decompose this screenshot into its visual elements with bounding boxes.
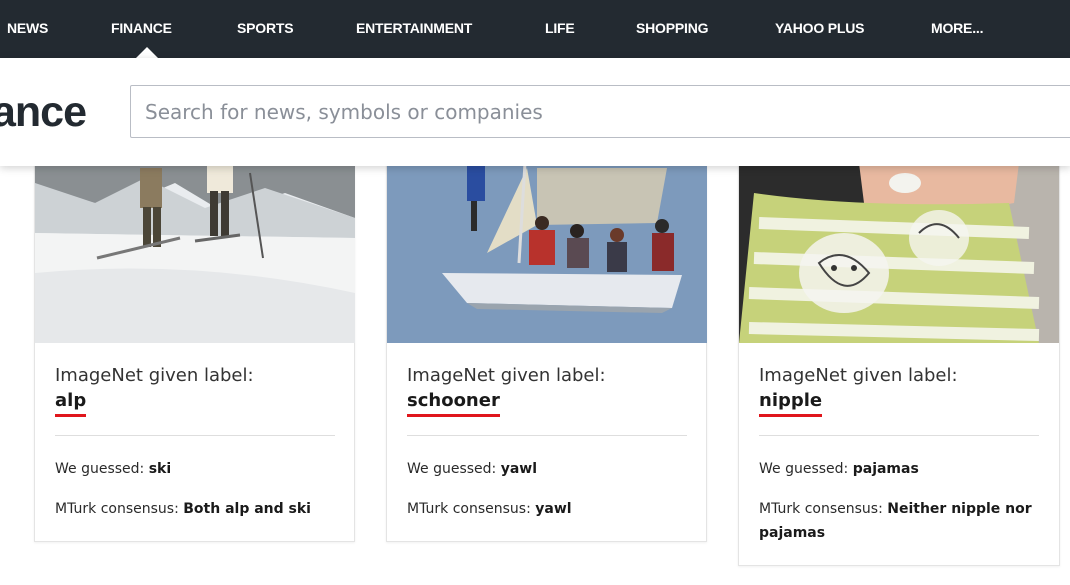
- divider: [55, 435, 335, 436]
- divider: [759, 435, 1039, 436]
- divider: [407, 435, 687, 436]
- nav-finance[interactable]: FINANCE: [111, 20, 172, 36]
- given-label: nipple: [759, 389, 823, 417]
- active-tab-caret-icon: [136, 47, 158, 58]
- finance-logo[interactable]: ance: [0, 88, 87, 137]
- nav-yahoo-plus[interactable]: YAHOO PLUS: [775, 20, 864, 36]
- consensus-row: MTurk consensus: Neither nipple nor paja…: [759, 497, 1039, 545]
- search-input[interactable]: [145, 98, 1045, 126]
- top-nav: NEWS FINANCE SPORTS ENTERTAINMENT LIFE S…: [0, 0, 1070, 58]
- nav-sports[interactable]: SPORTS: [237, 20, 294, 36]
- result-card: ImageNet given label: alp We guessed: sk…: [34, 162, 355, 542]
- consensus-row: MTurk consensus: Both alp and ski: [55, 497, 311, 521]
- consensus-prefix: MTurk consensus:: [759, 501, 888, 517]
- guess-prefix: We guessed:: [55, 461, 149, 477]
- consensus-value: yawl: [535, 501, 572, 517]
- consensus-value: Both alp and ski: [183, 501, 311, 517]
- given-label-heading: ImageNet given label:: [55, 365, 254, 386]
- nav-news[interactable]: NEWS: [7, 20, 48, 36]
- baby-photo: [739, 163, 1059, 343]
- guess-prefix: We guessed:: [407, 461, 501, 477]
- result-card: ImageNet given label: nipple We guessed:…: [738, 162, 1060, 566]
- guess-value: pajamas: [852, 461, 919, 477]
- consensus-prefix: MTurk consensus:: [407, 501, 536, 517]
- nav-entertainment[interactable]: ENTERTAINMENT: [356, 20, 472, 36]
- skiers-photo: [35, 163, 355, 343]
- nav-shopping[interactable]: SHOPPING: [636, 20, 709, 36]
- nav-more[interactable]: MORE...: [931, 20, 983, 36]
- given-label-heading: ImageNet given label:: [759, 365, 958, 386]
- given-label-heading: ImageNet given label:: [407, 365, 606, 386]
- guess-value: yawl: [500, 461, 538, 477]
- guess-row: We guessed: pajamas: [759, 457, 919, 481]
- sailboat-photo: [387, 163, 707, 343]
- guess-row: We guessed: yawl: [407, 457, 537, 481]
- guess-row: We guessed: ski: [55, 457, 171, 481]
- given-label: alp: [55, 389, 87, 417]
- consensus-prefix: MTurk consensus:: [55, 501, 184, 517]
- finance-header: ance: [0, 58, 1070, 166]
- guess-value: ski: [148, 461, 172, 477]
- result-card: ImageNet given label: schooner We guesse…: [386, 162, 707, 542]
- search-box[interactable]: [130, 85, 1070, 138]
- consensus-row: MTurk consensus: yawl: [407, 497, 572, 521]
- nav-life[interactable]: LIFE: [545, 20, 575, 36]
- given-label: schooner: [407, 389, 500, 417]
- guess-prefix: We guessed:: [759, 461, 853, 477]
